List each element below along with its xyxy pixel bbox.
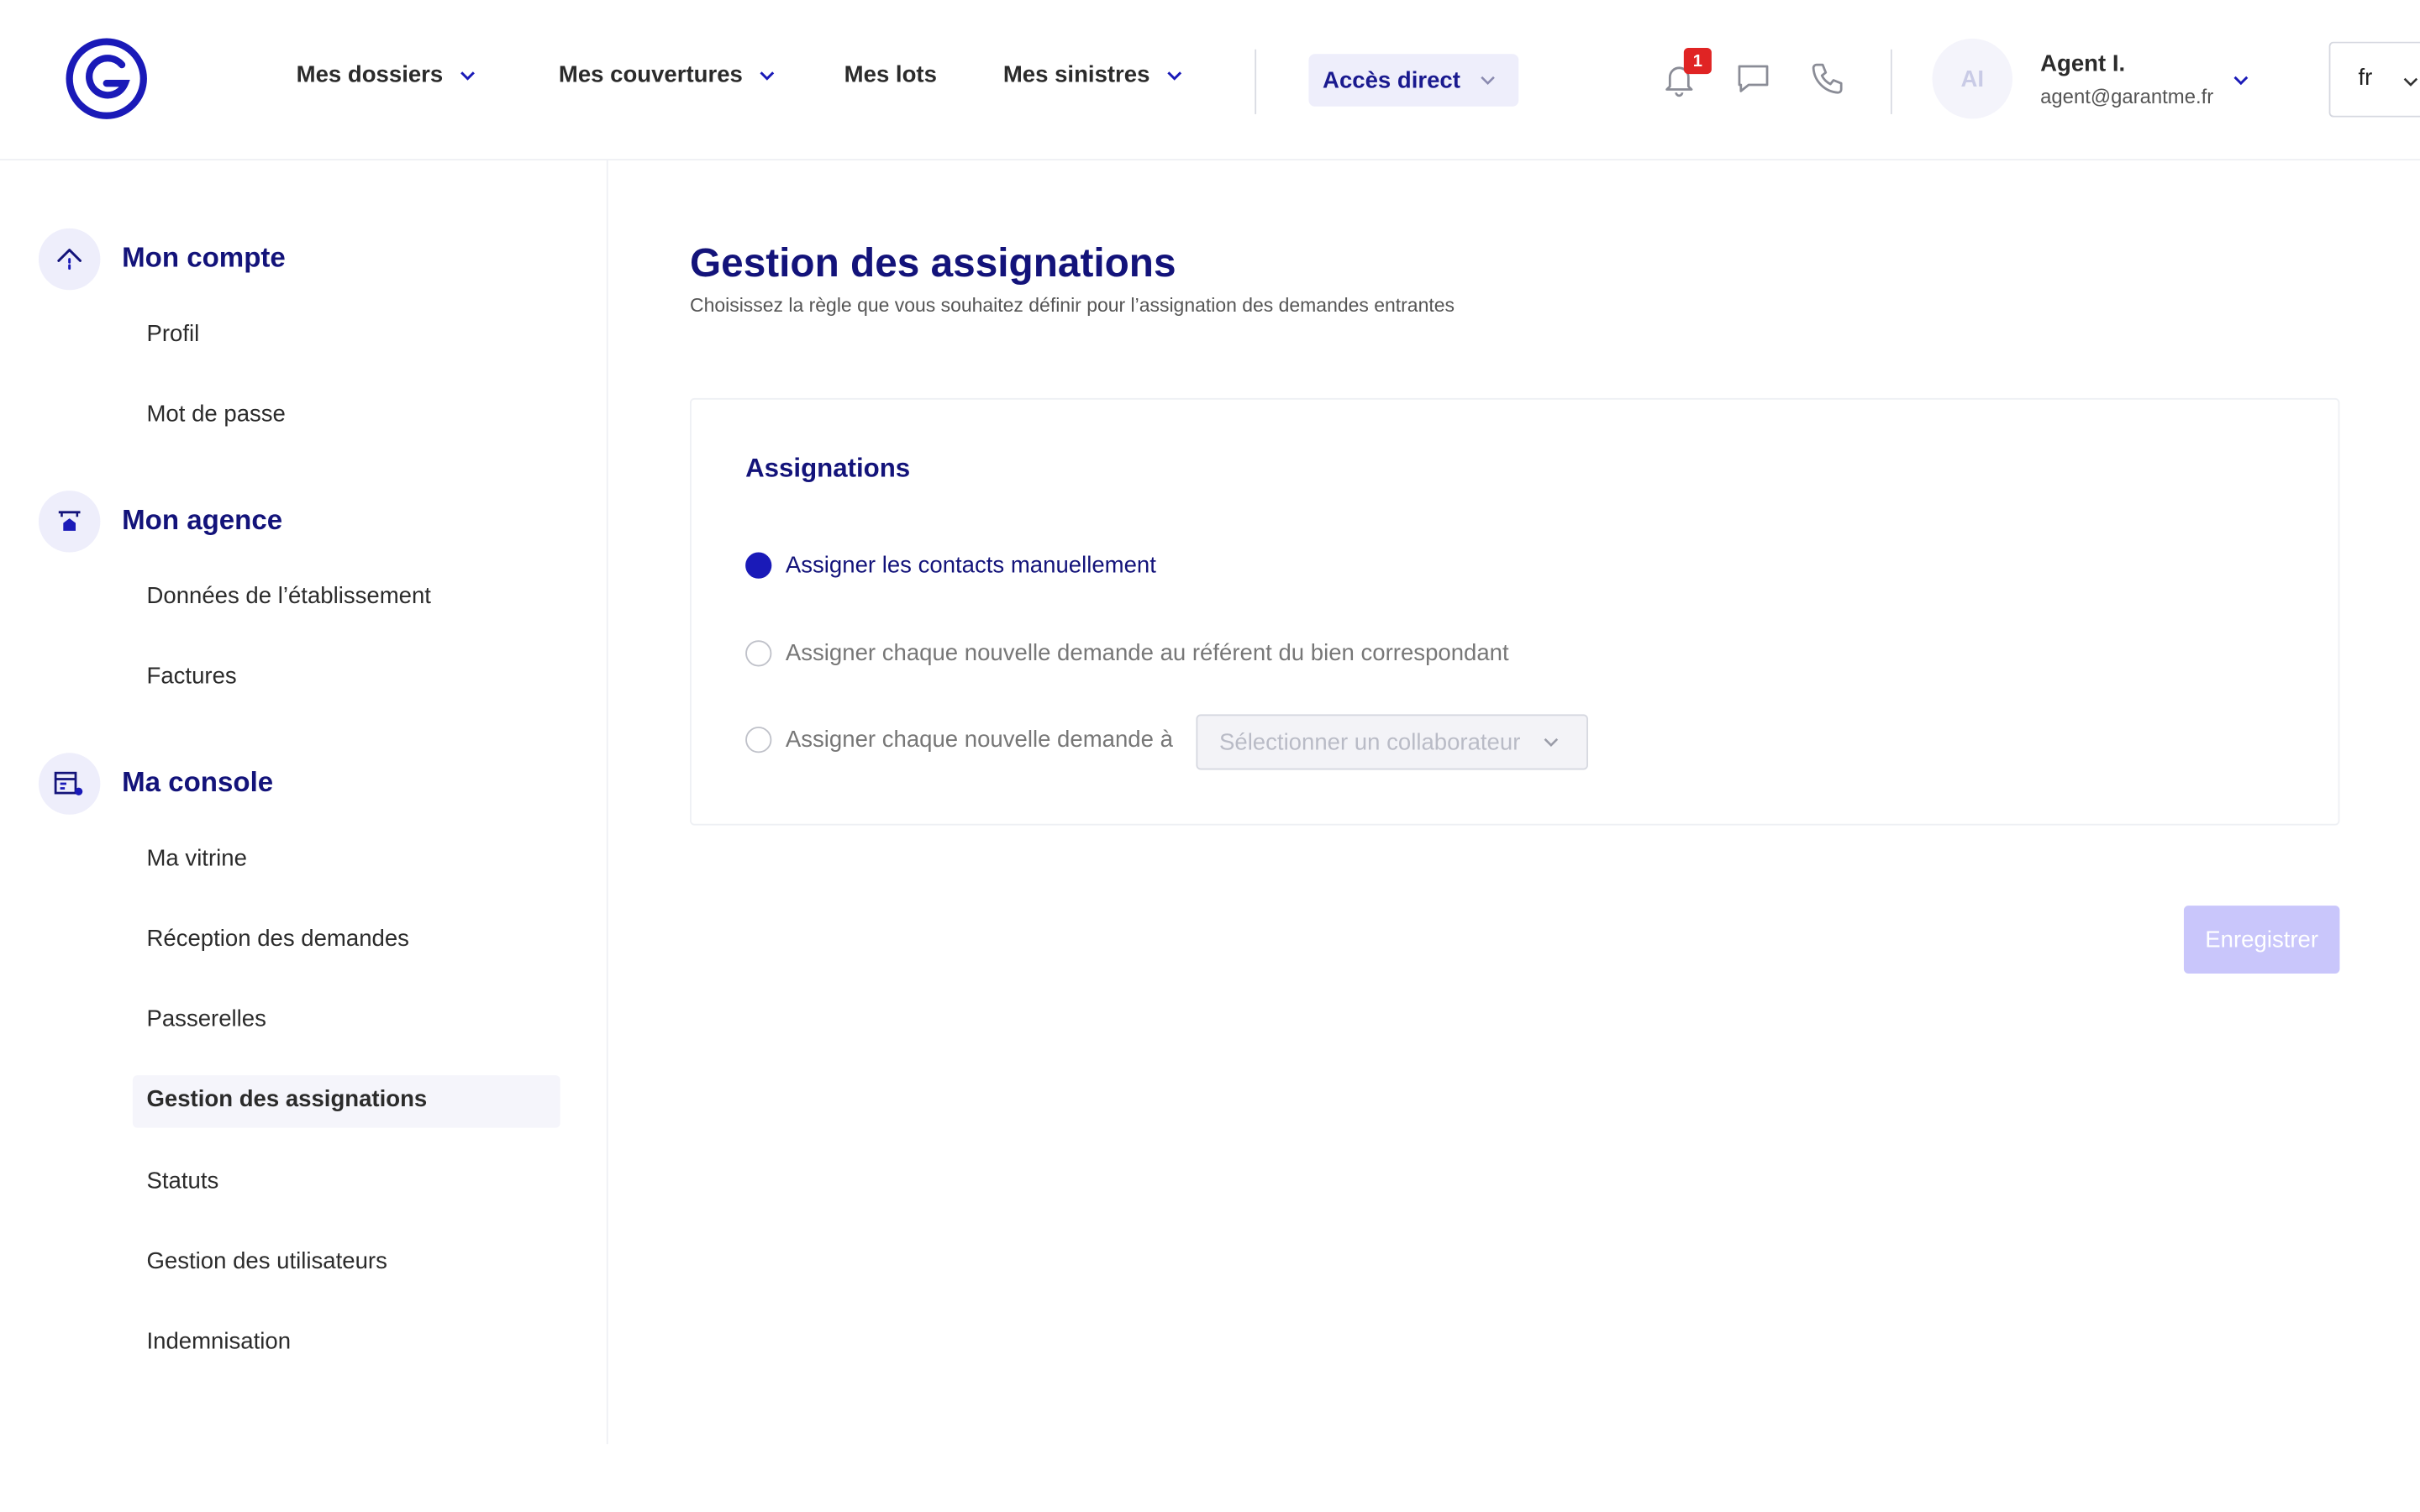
sidebar: Mon compte Profil Mot de passe Mon agenc… (0, 160, 608, 1445)
top-header: Mes dossiers Mes couvertures Mes lots Me… (0, 0, 2420, 161)
option-referent[interactable]: Assigner chaque nouvelle demande au réfé… (745, 640, 1509, 667)
sidebar-item-profil[interactable]: Profil (146, 321, 199, 347)
collaborateur-select[interactable]: Sélectionner un collaborateur (1196, 714, 1588, 770)
sidebar-item-donnees-etablissement[interactable]: Données de l’établissement (146, 583, 430, 609)
option-collaborateur[interactable]: Assigner chaque nouvelle demande à (745, 727, 1173, 753)
acces-direct-label: Accès direct (1323, 66, 1460, 94)
phone-icon[interactable] (1807, 59, 1848, 99)
nav-label: Mes lots (844, 61, 937, 88)
page-title: Gestion des assignations (690, 239, 1176, 286)
sidebar-item-gestion-assignations[interactable]: Gestion des assignations (146, 1086, 427, 1112)
sidebar-item-statuts[interactable]: Statuts (146, 1168, 218, 1194)
card-title: Assignations (745, 453, 911, 483)
language-value: fr (2358, 65, 2373, 92)
radio-button[interactable] (745, 552, 772, 579)
nav-mes-sinistres[interactable]: Mes sinistres (1002, 61, 1184, 88)
sidebar-item-ma-vitrine[interactable]: Ma vitrine (146, 846, 246, 872)
garantme-logo[interactable] (65, 37, 148, 120)
divider (1890, 49, 1892, 114)
chevron-down-icon (1167, 71, 1182, 80)
chevron-down-icon (460, 71, 475, 80)
user-name[interactable]: Agent I. (2040, 51, 2125, 77)
page-subtitle: Choisissez la règle que vous souhaitez d… (690, 294, 1455, 317)
chevron-down-icon (1481, 76, 1496, 86)
notification-badge: 1 (1683, 47, 1712, 75)
assignations-card: Assignations Assigner les contacts manue… (690, 397, 2340, 826)
nav-label: Mes couvertures (558, 61, 743, 88)
section-title-ma-console: Ma console (122, 766, 274, 798)
save-button[interactable]: Enregistrer (2183, 906, 2340, 974)
chevron-down-icon (1544, 738, 1559, 747)
sidebar-item-gestion-utilisateurs[interactable]: Gestion des utilisateurs (146, 1248, 387, 1274)
sidebar-item-mot-de-passe[interactable]: Mot de passe (146, 402, 285, 428)
sidebar-item-factures[interactable]: Factures (146, 664, 236, 690)
section-title-mon-compte: Mon compte (122, 242, 286, 274)
message-icon[interactable] (1733, 59, 1774, 99)
radio-button[interactable] (745, 727, 772, 753)
select-placeholder: Sélectionner un collaborateur (1218, 728, 1521, 756)
option-manual[interactable]: Assigner les contacts manuellement (745, 552, 1156, 579)
chevron-down-icon (2403, 77, 2418, 87)
option-label: Assigner les contacts manuellement (785, 552, 1156, 579)
option-label: Assigner chaque nouvelle demande au réfé… (785, 640, 1509, 667)
console-settings-icon (38, 753, 101, 815)
chevron-down-icon (760, 71, 775, 80)
chevron-down-icon[interactable] (2232, 71, 2250, 89)
nav-mes-lots[interactable]: Mes lots (844, 61, 937, 87)
house-arrow-icon (38, 228, 101, 291)
language-select[interactable]: fr (2328, 41, 2420, 118)
avatar[interactable]: AI (1932, 38, 2013, 119)
divider (1255, 49, 1257, 114)
radio-button[interactable] (745, 640, 772, 667)
nav-label: Mes sinistres (1002, 61, 1150, 88)
option-label: Assigner chaque nouvelle demande à (785, 727, 1173, 753)
section-title-mon-agence: Mon agence (122, 504, 283, 536)
sidebar-item-passerelles[interactable]: Passerelles (146, 1006, 266, 1032)
nav-mes-couvertures[interactable]: Mes couvertures (558, 61, 776, 88)
nav-mes-dossiers[interactable]: Mes dossiers (296, 61, 477, 88)
sidebar-item-indemnisation[interactable]: Indemnisation (146, 1328, 291, 1354)
agency-icon (38, 491, 101, 553)
user-email: agent@garantme.fr (2040, 85, 2214, 108)
nav-label: Mes dossiers (296, 61, 444, 88)
acces-direct-dropdown[interactable]: Accès direct (1308, 54, 1519, 107)
sidebar-item-reception-demandes[interactable]: Réception des demandes (146, 926, 408, 952)
